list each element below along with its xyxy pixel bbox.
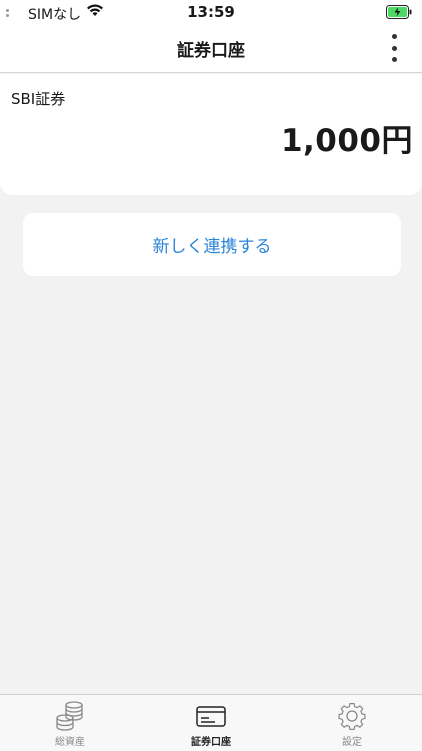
account-balance: 1,000円 (280, 123, 413, 159)
account-name: SBI証券 (11, 90, 66, 108)
link-new-account-button[interactable]: 新しく連携する (23, 213, 401, 276)
tab-total-assets[interactable]: 総資産 (0, 695, 140, 751)
tab-label: 証券口座 (191, 737, 231, 748)
page-title: 証券口座 (177, 41, 245, 61)
status-bar: SIMなし 13:59 (0, 0, 422, 26)
more-dot-icon (391, 34, 397, 39)
account-card[interactable]: SBI証券 1,000円 (0, 74, 422, 195)
battery-icon (386, 5, 412, 23)
tab-label: 総資産 (55, 737, 85, 748)
more-dot-icon (391, 45, 397, 51)
tab-label: 設定 (342, 737, 362, 748)
coins-stack-icon (56, 701, 83, 731)
more-menu-button[interactable] (388, 34, 400, 62)
navigation-bar: 証券口座 (0, 26, 422, 73)
tab-securities-accounts[interactable]: 証券口座 (141, 695, 281, 751)
tab-settings[interactable]: 設定 (282, 695, 422, 751)
gear-icon (338, 702, 366, 731)
card-icon (196, 706, 226, 727)
more-dot-icon (391, 57, 397, 62)
clock: 13:59 (187, 3, 235, 21)
tab-bar: 総資産 証券口座 設定 (0, 694, 422, 751)
